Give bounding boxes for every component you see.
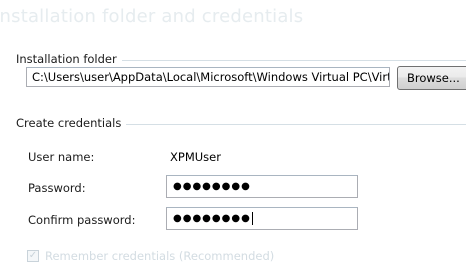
remember-credentials-label: Remember credentials (Recommended): [45, 249, 275, 263]
confirm-password-label: Confirm password:: [28, 213, 136, 227]
create-credentials-label: Create credentials: [16, 116, 127, 130]
confirm-password-mask: ●●●●●●●●: [173, 213, 251, 224]
password-field[interactable]: ●●●●●●●●: [166, 175, 358, 198]
password-mask: ●●●●●●●●: [173, 181, 251, 192]
confirm-password-field[interactable]: ●●●●●●●●: [166, 207, 358, 230]
checkmark-icon: ✓: [28, 250, 38, 261]
installation-path-field[interactable]: C:\Users\user\AppData\Local\Microsoft\Wi…: [26, 67, 390, 87]
remember-credentials-checkbox[interactable]: ✓: [27, 250, 39, 262]
installation-folder-label: Installation folder: [16, 52, 122, 66]
page-title: Installation folder and credentials: [0, 6, 304, 27]
password-label: Password:: [28, 181, 86, 195]
text-caret: [251, 211, 253, 225]
username-label: User name:: [28, 150, 95, 164]
username-value: XPMUser: [170, 150, 221, 164]
browse-button[interactable]: Browse...: [397, 66, 466, 90]
